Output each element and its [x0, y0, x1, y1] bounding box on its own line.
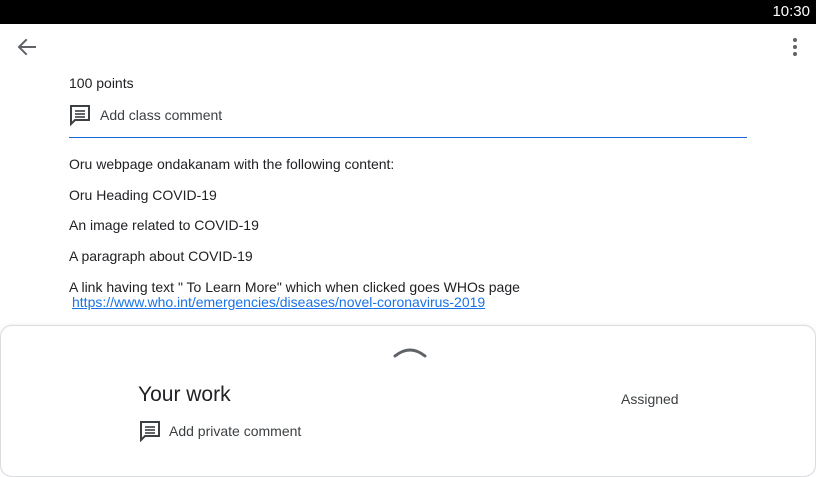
comment-icon — [70, 105, 90, 126]
comment-icon — [140, 421, 160, 442]
arrow-back-icon — [17, 38, 36, 56]
status-time: 10:30 — [772, 3, 810, 20]
description-line: Oru webpage ondakanam with the following… — [69, 156, 395, 172]
points-label: 100 points — [69, 75, 134, 91]
add-class-comment-button[interactable]: Add class comment — [69, 103, 747, 138]
add-private-comment-button[interactable]: Add private comment — [139, 420, 359, 444]
who-link[interactable]: https://www.who.int/emergencies/diseases… — [72, 294, 485, 310]
add-private-comment-label: Add private comment — [169, 423, 302, 439]
more-options-button[interactable] — [784, 35, 806, 59]
more-vert-icon — [793, 38, 797, 56]
status-bar: 10:30 — [0, 0, 816, 24]
chevron-up-icon — [393, 348, 427, 358]
app-bar — [0, 24, 816, 70]
add-class-comment-label: Add class comment — [100, 107, 223, 123]
expand-sheet-handle[interactable] — [392, 346, 428, 360]
description-line: A link having text " To Learn More" whic… — [69, 279, 520, 295]
description-line: A paragraph about COVID-19 — [69, 248, 253, 264]
description-line: An image related to COVID-19 — [69, 217, 259, 233]
your-work-sheet: Your work Assigned Add private comment — [0, 325, 816, 477]
back-button[interactable] — [14, 35, 40, 59]
your-work-title: Your work — [138, 383, 231, 406]
description-line: Oru Heading COVID-19 — [69, 187, 217, 203]
status-badge: Assigned — [621, 391, 679, 407]
